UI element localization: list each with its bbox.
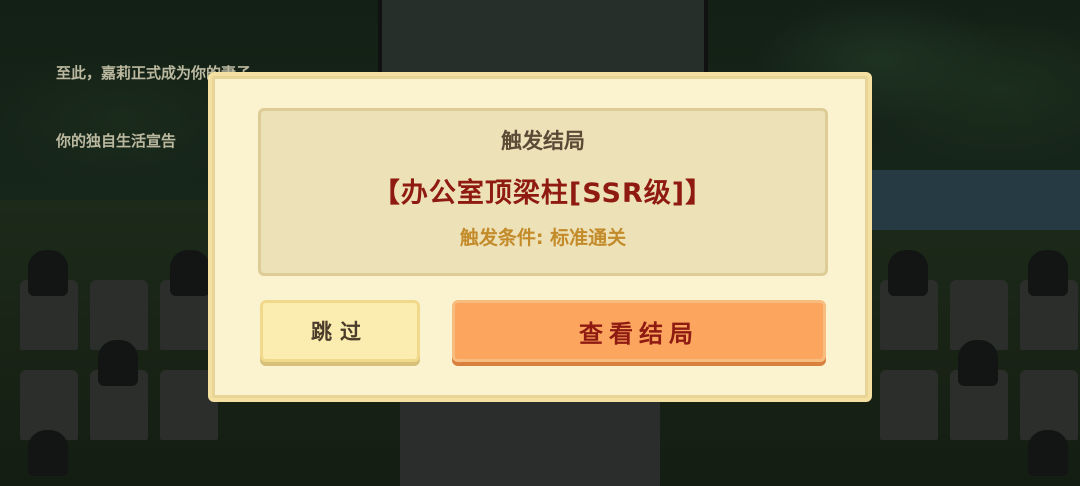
- ending-dialog: 触发结局 【办公室顶梁柱[SSR级]】 触发条件: 标准通关 跳过 查看结局: [208, 72, 872, 402]
- ending-info-panel: 触发结局 【办公室顶梁柱[SSR级]】 触发条件: 标准通关: [258, 108, 828, 276]
- background-aisle: [400, 400, 660, 486]
- story-line-2: 你的独自生活宣告: [56, 132, 177, 150]
- skip-button-label: 跳过: [311, 320, 369, 344]
- background-pond: [860, 170, 1080, 230]
- trigger-condition: 触发条件: 标准通关: [459, 227, 627, 249]
- view-ending-button[interactable]: 查看结局: [452, 300, 826, 362]
- dialog-title: 触发结局: [501, 129, 585, 153]
- ending-name: 【办公室顶梁柱[SSR级]】: [372, 178, 714, 209]
- background-sign-board: [378, 0, 708, 80]
- skip-button[interactable]: 跳过: [260, 300, 420, 362]
- view-ending-button-label: 查看结局: [579, 319, 699, 348]
